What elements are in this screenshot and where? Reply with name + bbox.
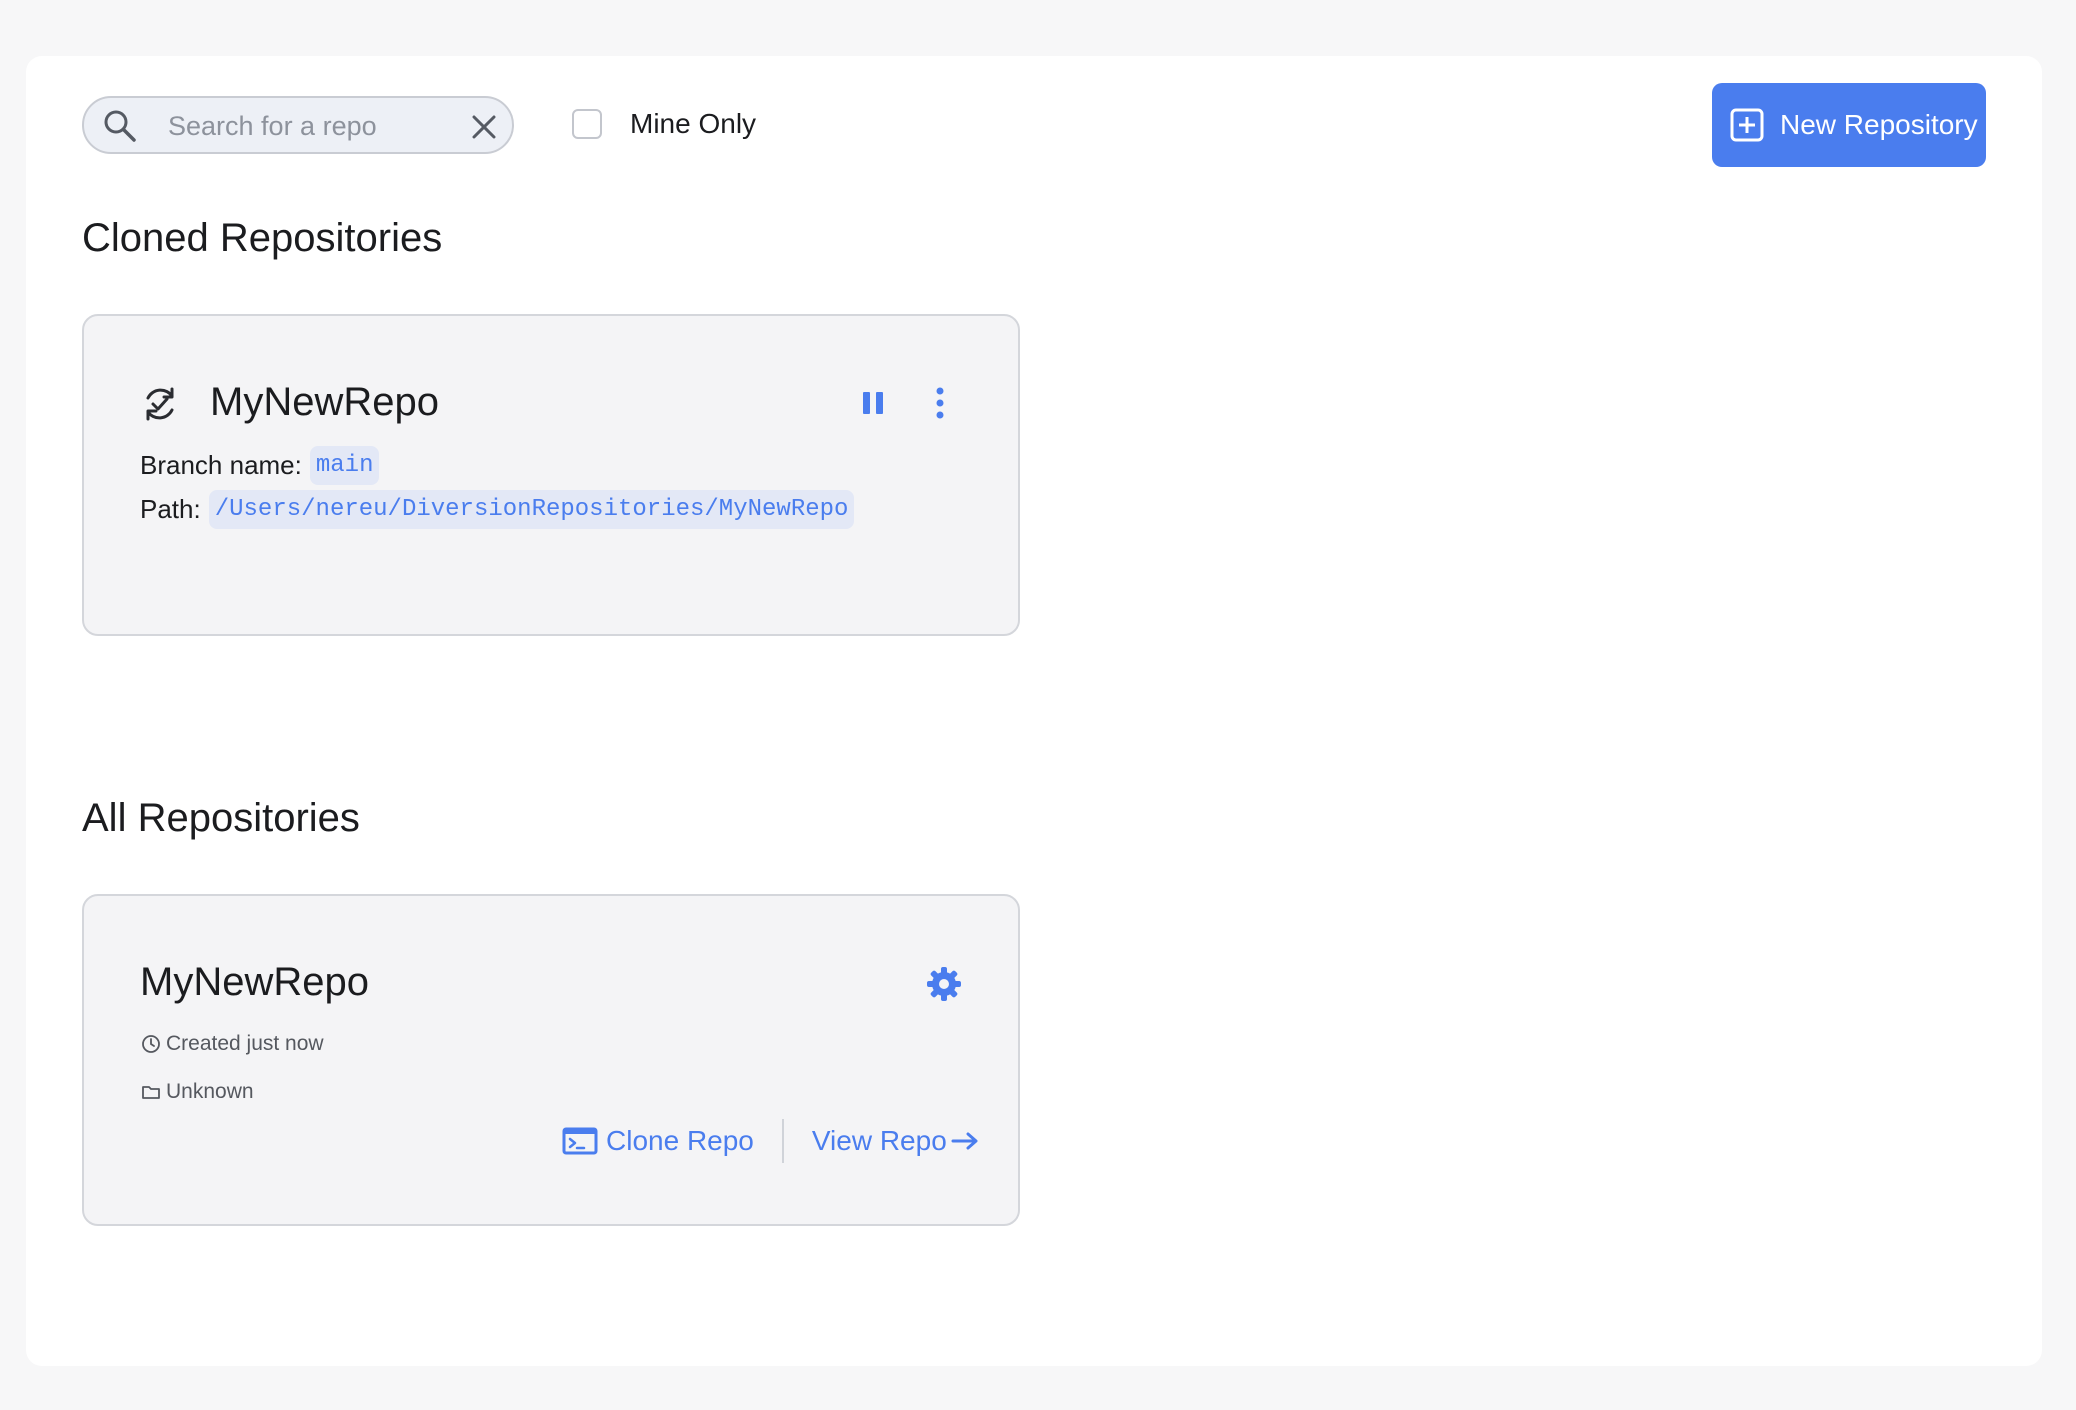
actions-divider	[781, 1119, 784, 1163]
clock-icon	[142, 1035, 160, 1053]
branch-row: Branch name: main	[140, 446, 380, 485]
all-section-title: All Repositories	[82, 796, 360, 840]
mine-only-checkbox[interactable]	[572, 109, 602, 139]
repo-card: MyNewRepo Created just now Unknown Clone…	[82, 894, 1020, 1226]
location-text: Unknown	[166, 1080, 254, 1103]
search-input[interactable]	[168, 108, 448, 144]
cloned-repo-card: MyNewRepo Branch name: main Path: /Users…	[82, 314, 1020, 636]
location-row: Unknown	[140, 1080, 254, 1104]
main-panel: Mine Only New Repository Cloned Reposito…	[26, 56, 2042, 1366]
view-repo-button[interactable]: View Repo	[812, 1125, 979, 1157]
cloned-repo-name: MyNewRepo	[210, 380, 439, 424]
created-row: Created just now	[140, 1032, 324, 1056]
sync-check-icon	[146, 387, 174, 421]
more-vertical-icon[interactable]	[930, 386, 950, 420]
folder-icon	[142, 1086, 160, 1099]
close-icon[interactable]	[468, 111, 500, 143]
repo-actions: Clone Repo View Repo	[562, 1118, 979, 1164]
mine-only-toggle[interactable]: Mine Only	[572, 108, 756, 140]
mine-only-label: Mine Only	[630, 108, 757, 139]
terminal-icon	[562, 1127, 598, 1155]
branch-name: main	[309, 446, 380, 485]
path-row: Path: /Users/nereu/DiversionRepositories…	[140, 490, 855, 529]
new-repository-button[interactable]: New Repository	[1712, 83, 1986, 167]
repo-path: /Users/nereu/DiversionRepositories/MyNew…	[208, 490, 855, 529]
cloned-section-title: Cloned Repositories	[82, 216, 443, 260]
pause-icon[interactable]	[858, 388, 888, 418]
search-icon	[104, 110, 136, 142]
repo-name: MyNewRepo	[140, 960, 369, 1004]
view-repo-label: View Repo	[811, 1125, 947, 1156]
clone-repo-button[interactable]: Clone Repo	[562, 1125, 754, 1157]
path-label: Path:	[140, 494, 201, 524]
clone-repo-label: Clone Repo	[606, 1125, 754, 1156]
gear-icon[interactable]	[926, 966, 962, 1002]
created-text: Created just now	[166, 1032, 324, 1055]
search-box[interactable]	[82, 96, 514, 154]
branch-label: Branch name:	[140, 450, 302, 480]
arrow-right-icon	[951, 1132, 978, 1150]
plus-square-icon	[1730, 108, 1764, 142]
new-repository-label: New Repository	[1780, 109, 1978, 140]
